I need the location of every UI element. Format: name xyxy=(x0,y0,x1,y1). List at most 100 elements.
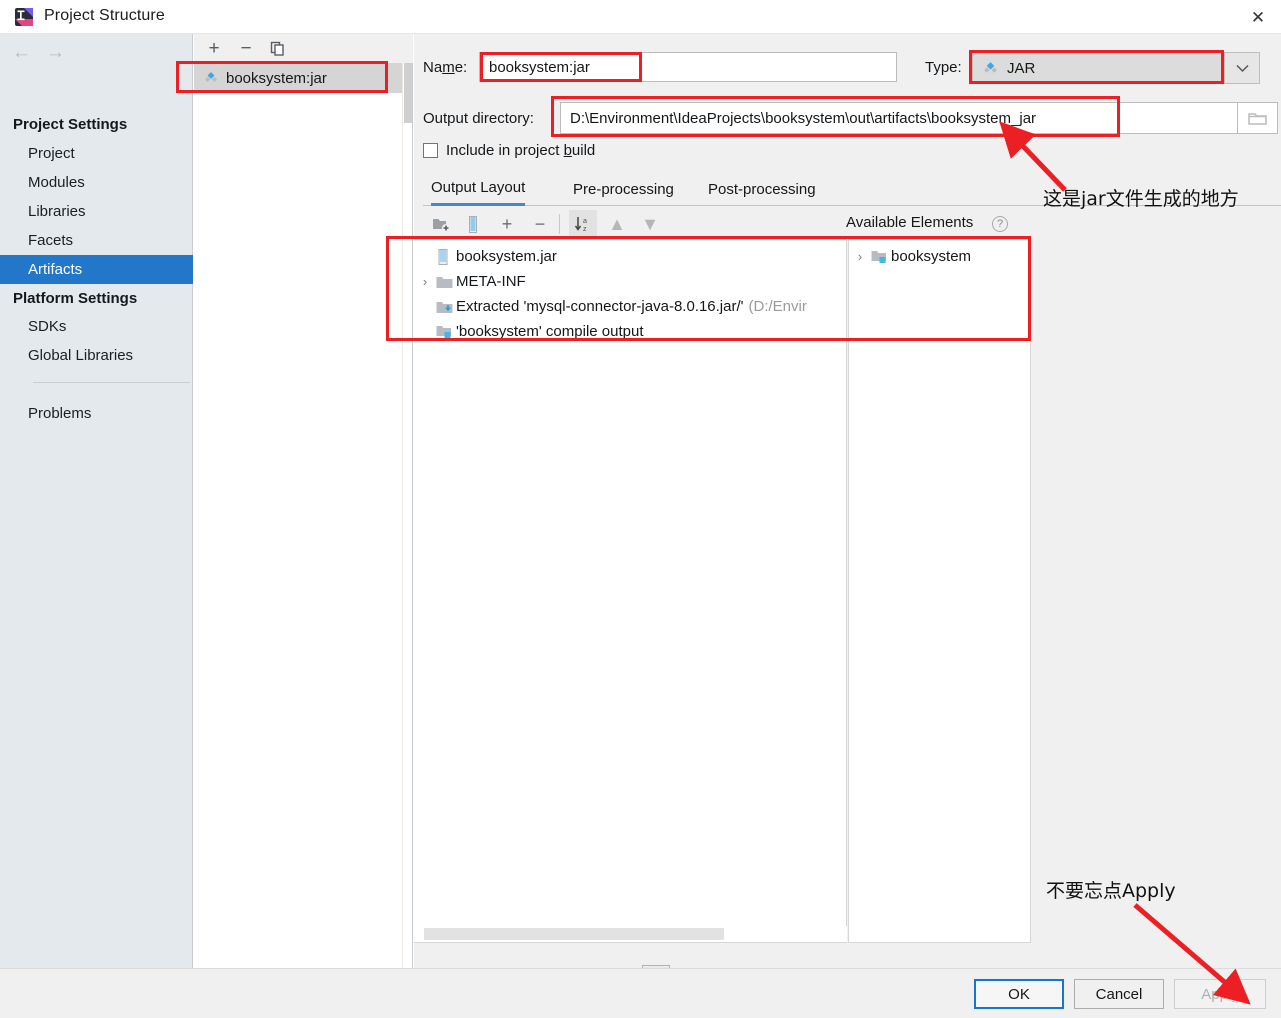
sidebar-item-label: Project xyxy=(28,145,75,162)
tree-row-label: 'booksystem' compile output xyxy=(456,323,644,340)
sidebar-item-global-libraries[interactable]: Global Libraries xyxy=(0,341,193,370)
close-icon[interactable]: ✕ xyxy=(1235,0,1281,34)
apply-button[interactable]: Apply xyxy=(1174,979,1266,1009)
tree-row-label: booksystem xyxy=(891,248,972,265)
create-directory-button[interactable] xyxy=(427,210,455,238)
cancel-button[interactable]: Cancel xyxy=(1074,979,1164,1009)
help-icon[interactable]: ? xyxy=(992,216,1008,232)
artifact-list-panel: + − booksystem:jar xyxy=(194,34,413,968)
name-input-value: booksystem:jar xyxy=(489,58,590,76)
sidebar-item-problems[interactable]: Problems xyxy=(0,399,193,428)
type-label: Type: xyxy=(925,59,962,76)
scrollbar-thumb[interactable] xyxy=(404,63,412,123)
chevron-right-icon[interactable]: › xyxy=(849,249,871,264)
artifact-jar-icon xyxy=(983,61,998,76)
intellij-idea-icon xyxy=(14,7,34,27)
sidebar-item-label: Facets xyxy=(28,232,74,249)
chevron-right-icon[interactable]: › xyxy=(414,274,436,289)
sidebar-item-modules[interactable]: Modules xyxy=(0,168,193,197)
sidebar-group-platform-settings: Platform Settings xyxy=(13,290,138,307)
tab-label: Pre-processing xyxy=(573,180,674,198)
remove-artifact-button[interactable]: − xyxy=(234,37,258,61)
output-directory-input[interactable]: D:\Environment\IdeaProjects\booksystem\o… xyxy=(560,102,1238,134)
create-archive-button[interactable] xyxy=(459,210,487,238)
tree-row-label: Extracted 'mysql-connector-java-8.0.16.j… xyxy=(456,298,744,315)
tab-post-processing[interactable]: Post-processing xyxy=(708,172,816,206)
sidebar-item-libraries[interactable]: Libraries xyxy=(0,197,193,226)
sidebar-item-label: Artifacts xyxy=(28,261,83,278)
tree-row-label: META-INF xyxy=(456,273,526,290)
tree-row[interactable]: › META-INF xyxy=(414,269,846,294)
label-part-before: Include in project xyxy=(446,142,564,159)
tree-row-label: booksystem.jar xyxy=(456,248,557,265)
folder-icon xyxy=(436,275,456,289)
sidebar-divider xyxy=(33,382,190,383)
sidebar-item-label: Global Libraries xyxy=(28,347,134,364)
output-layout-toolbar: + − a z ▲ ▼ xyxy=(423,210,853,240)
name-input[interactable]: booksystem:jar xyxy=(479,52,897,82)
sidebar-item-label: Modules xyxy=(28,174,85,191)
folder-icon[interactable] xyxy=(1238,102,1278,134)
jar-file-icon xyxy=(436,248,456,265)
available-elements-tree[interactable]: › booksystem xyxy=(848,239,1031,943)
svg-text:z: z xyxy=(583,226,587,233)
checkbox-box xyxy=(423,143,438,158)
sidebar-item-project[interactable]: Project xyxy=(0,139,193,168)
tab-label: Post-processing xyxy=(708,180,816,198)
forward-arrow-icon[interactable]: → xyxy=(46,42,65,64)
tree-row[interactable]: booksystem.jar xyxy=(414,244,846,269)
chevron-down-icon[interactable] xyxy=(1224,52,1260,84)
available-elements-label: Available Elements xyxy=(846,214,974,231)
sidebar-item-artifacts[interactable]: Artifacts xyxy=(0,255,193,284)
add-artifact-button[interactable]: + xyxy=(202,37,226,61)
output-tree-hscrollbar[interactable] xyxy=(414,926,847,942)
artifact-list-item-label: booksystem:jar xyxy=(226,69,327,87)
module-output-icon xyxy=(436,325,456,339)
ok-button[interactable]: OK xyxy=(974,979,1064,1009)
artifact-list-item-booksystem-jar[interactable]: booksystem:jar xyxy=(194,63,410,93)
tree-row[interactable]: › booksystem xyxy=(849,244,1030,269)
tree-row-suffix: (D:/Envir xyxy=(748,298,807,315)
type-select[interactable]: JAR xyxy=(972,52,1240,84)
output-layout-tree[interactable]: booksystem.jar › META-INF Extracted 'mys… xyxy=(414,239,847,943)
tab-label: Output Layout xyxy=(431,179,526,196)
name-label-prefix: Na xyxy=(423,59,443,76)
move-down-button[interactable]: ▼ xyxy=(636,210,664,238)
sidebar-item-label: Libraries xyxy=(28,203,86,220)
svg-text:a: a xyxy=(583,218,587,225)
label-mnemonic: b xyxy=(563,142,572,159)
title-bar: Project Structure ✕ xyxy=(0,0,1281,34)
project-structure-dialog: Project Structure ✕ ← → Project Settings… xyxy=(0,0,1281,1018)
window-title: Project Structure xyxy=(44,7,165,24)
artifact-list-scrollbar[interactable] xyxy=(402,63,412,968)
name-label: Name: xyxy=(423,59,467,76)
settings-sidebar: ← → Project Settings Project Modules Lib… xyxy=(0,34,193,1018)
name-label-suffix: e: xyxy=(454,59,468,76)
include-in-project-build-checkbox[interactable]: Include in project build xyxy=(423,142,595,159)
tab-pre-processing[interactable]: Pre-processing xyxy=(573,172,674,206)
annotation-note-output-dir: 这是jar文件生成的地方 xyxy=(1043,188,1239,210)
move-up-button[interactable]: ▲ xyxy=(603,210,631,238)
sidebar-item-facets[interactable]: Facets xyxy=(0,226,193,255)
sidebar-item-sdks[interactable]: SDKs xyxy=(0,312,193,341)
artifact-jar-icon xyxy=(204,71,218,85)
label-part-after: uild xyxy=(571,142,596,159)
sidebar-item-label: SDKs xyxy=(28,318,67,335)
sidebar-group-project-settings: Project Settings xyxy=(13,116,128,133)
tree-row[interactable]: Extracted 'mysql-connector-java-8.0.16.j… xyxy=(414,294,846,319)
artifact-editor-panel: Name: booksystem:jar Type: JAR Output di… xyxy=(414,34,1281,991)
add-copy-of-button[interactable]: + xyxy=(493,210,521,238)
annotation-note-apply: 不要忘点Apply xyxy=(1046,880,1176,902)
output-directory-value: D:\Environment\IdeaProjects\booksystem\o… xyxy=(570,109,1037,127)
remove-element-button[interactable]: − xyxy=(526,210,554,238)
name-label-mnemonic: m xyxy=(442,59,455,76)
tree-row[interactable]: 'booksystem' compile output xyxy=(414,319,846,344)
extracted-archive-icon xyxy=(436,300,456,314)
output-directory-label: Output directory: xyxy=(423,110,534,127)
tab-output-layout[interactable]: Output Layout xyxy=(431,172,526,206)
copy-artifact-button[interactable] xyxy=(266,37,290,61)
back-arrow-icon[interactable]: ← xyxy=(12,42,31,64)
dialog-footer: OK Cancel Apply https://blog.csdn.net/qq… xyxy=(0,968,1281,1018)
sort-alphabetically-button[interactable]: a z xyxy=(569,210,597,238)
scrollbar-thumb[interactable] xyxy=(424,928,724,940)
